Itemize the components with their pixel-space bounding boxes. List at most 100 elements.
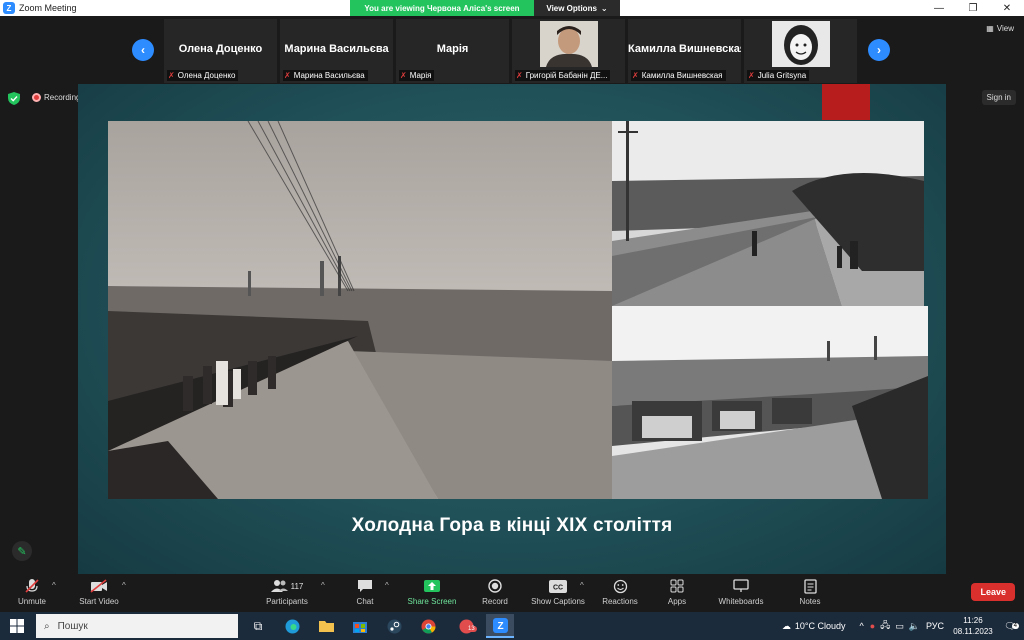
show-hidden-icons-icon[interactable]: ^ <box>860 621 864 631</box>
task-view-icon[interactable]: ⧉ <box>244 614 272 638</box>
mic-muted-icon: ✗ <box>632 71 639 80</box>
participant-tile[interactable]: ✗ Julia Gritsyna <box>744 19 857 83</box>
sign-in-button[interactable]: Sign in <box>981 90 1016 105</box>
chat-label: Chat <box>356 597 374 606</box>
svg-text:Z: Z <box>497 621 503 632</box>
participant-name: Марина Васильєва <box>284 43 389 55</box>
edge-browser-icon[interactable] <box>278 614 306 638</box>
zoom-logo-icon: Z <box>3 2 15 14</box>
mic-muted-icon: ✗ <box>516 71 523 80</box>
windows-taskbar: ⌕ Пошук ⧉ 13 Z ☁ 10°C Cloudy ^ ● 🖧 ▭ 🔈 Р… <box>0 612 1024 640</box>
notification-badge: 13 <box>466 626 477 632</box>
participants-icon: 117 <box>270 576 303 596</box>
mic-muted-icon: ✗ <box>168 71 175 80</box>
video-options-caret[interactable]: ^ <box>122 581 126 590</box>
participant-tile[interactable]: ✗ Григорій Бабанін ДЕ... <box>512 19 625 83</box>
participant-label: ✗ Марина Васильєва <box>283 70 368 81</box>
mic-muted-icon <box>24 576 40 596</box>
chat-options-caret[interactable]: ^ <box>385 581 389 590</box>
recording-dot-icon <box>32 93 41 102</box>
participants-options-caret[interactable]: ^ <box>321 581 325 590</box>
participant-tile[interactable]: Марина Васильєва ✗ Марина Васильєва <box>280 19 393 83</box>
show-captions-label: Show Captions <box>531 597 585 606</box>
taskbar-search-box[interactable]: ⌕ Пошук <box>36 614 238 638</box>
record-button[interactable]: Record <box>478 576 512 612</box>
security-shield-icon[interactable] <box>8 92 20 105</box>
captions-options-caret[interactable]: ^ <box>580 581 584 590</box>
reactions-button[interactable]: Reactions <box>600 576 640 612</box>
search-icon: ⌕ <box>44 620 50 632</box>
apps-label: Apps <box>667 597 687 606</box>
unmute-button[interactable]: Unmute <box>14 576 50 612</box>
show-captions-button[interactable]: CC Show Captions <box>528 576 588 612</box>
title-bar: Z Zoom Meeting You are viewing Червона А… <box>0 0 1024 16</box>
participant-label: ✗ Камилла Вишневская <box>631 70 726 81</box>
participant-name: Олена Доценко <box>178 43 263 55</box>
record-icon <box>488 576 502 596</box>
start-video-button[interactable]: Start Video <box>76 576 122 612</box>
chrome-icon[interactable] <box>414 614 442 638</box>
chevron-down-icon: ⌄ <box>600 3 608 13</box>
messenger-app-icon[interactable]: 13 <box>452 614 480 638</box>
minimize-button[interactable]: — <box>922 0 956 16</box>
view-options-label: View Options <box>546 3 597 13</box>
tray-app-icon[interactable]: ● <box>870 621 875 631</box>
participant-tile[interactable]: Марія ✗ Марія <box>396 19 509 83</box>
notifications-button[interactable]: 🗨 4 <box>996 621 1024 632</box>
participant-video-avatar <box>772 21 830 67</box>
captions-icon: CC <box>549 576 567 596</box>
weather-text[interactable]: 10°C Cloudy <box>795 621 846 631</box>
view-button-label: View <box>996 24 1014 33</box>
participants-button[interactable]: 117 Participants <box>264 576 310 612</box>
clock-date: 08.11.2023 <box>953 627 993 636</box>
network-icon[interactable]: 🖧 <box>880 618 890 634</box>
grid-icon: ▦ <box>986 24 994 33</box>
language-indicator[interactable]: РУС <box>926 621 944 631</box>
store-icon[interactable] <box>346 614 374 638</box>
leave-button[interactable]: Leave <box>971 583 1015 601</box>
video-off-icon <box>90 576 108 596</box>
chat-button[interactable]: Chat <box>350 576 380 612</box>
mic-muted-icon: ✗ <box>400 71 407 80</box>
close-button[interactable]: ✕ <box>990 0 1024 16</box>
participant-label-text: Камилла Вишневская <box>641 71 723 80</box>
file-explorer-icon[interactable] <box>312 614 340 638</box>
share-screen-button[interactable]: Share Screen <box>404 576 460 612</box>
clock[interactable]: 11:26 08.11.2023 <box>950 615 996 637</box>
meeting-toolbar: Unmute ^ Start Video ^ 117 Participants … <box>0 576 1024 612</box>
next-page-button[interactable]: › <box>868 39 890 61</box>
view-options-button[interactable]: View Options ⌄ <box>534 0 620 16</box>
system-tray: ☁ 10°C Cloudy ^ ● 🖧 ▭ 🔈 РУС 11:26 08.11.… <box>782 612 1024 640</box>
smiley-icon <box>613 576 628 596</box>
participant-label-text: Марія <box>409 71 432 80</box>
annotate-pen-button[interactable]: ✎ <box>12 541 32 561</box>
participant-name: Камилла Вишневская <box>628 43 741 55</box>
maximize-button[interactable]: ❐ <box>956 0 990 16</box>
reactions-label: Reactions <box>602 597 638 606</box>
participant-tile[interactable]: Камилла Вишневская ✗ Камилла Вишневская <box>628 19 741 83</box>
participants-strip: ‹ Олена Доценко ✗ Олена Доценко Марина Ва… <box>0 16 1024 84</box>
view-button[interactable]: ▦ View <box>986 24 1014 33</box>
apps-button[interactable]: Apps <box>662 576 692 612</box>
start-button[interactable] <box>0 612 34 640</box>
whiteboards-label: Whiteboards <box>718 597 764 606</box>
participant-label: ✗ Julia Gritsyna <box>747 70 810 81</box>
zoom-taskbar-icon[interactable]: Z <box>486 614 514 638</box>
recording-indicator[interactable]: Recording <box>32 93 80 102</box>
audio-options-caret[interactable]: ^ <box>52 581 56 590</box>
viewing-screen-label: You are viewing Червона Аліса's screen <box>350 0 534 16</box>
participant-label-text: Julia Gritsyna <box>757 71 807 80</box>
svg-text:CC: CC <box>553 584 563 591</box>
volume-icon[interactable]: 🔈 <box>909 621 920 632</box>
mic-muted-icon: ✗ <box>748 71 755 80</box>
prev-page-button[interactable]: ‹ <box>132 39 154 61</box>
steam-icon[interactable] <box>380 614 408 638</box>
participant-label: ✗ Григорій Бабанін ДЕ... <box>515 70 611 81</box>
chat-bubble-icon <box>357 576 373 596</box>
battery-icon[interactable]: ▭ <box>895 621 904 632</box>
shared-screen-slide: Холодна Гора в кінці XIX століття <box>78 84 946 574</box>
whiteboards-button[interactable]: Whiteboards <box>714 576 768 612</box>
participant-tile[interactable]: Олена Доценко ✗ Олена Доценко <box>164 19 277 83</box>
slide-red-accent <box>822 84 870 120</box>
notes-button[interactable]: Notes <box>794 576 826 612</box>
